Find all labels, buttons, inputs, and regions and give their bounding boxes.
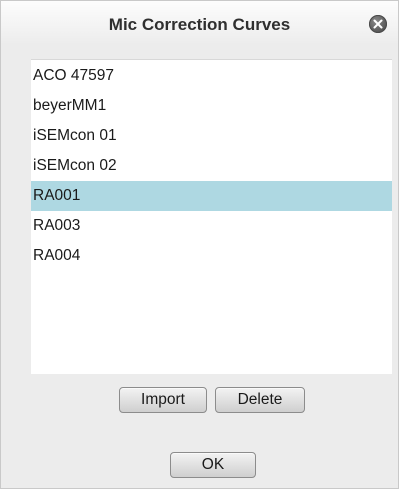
list-item[interactable]: RA003: [31, 211, 392, 241]
ok-button[interactable]: OK: [170, 452, 256, 478]
list-item[interactable]: iSEMcon 02: [31, 151, 392, 181]
curves-list[interactable]: ACO 47597 beyerMM1 iSEMcon 01 iSEMcon 02…: [31, 59, 392, 374]
import-button[interactable]: Import: [119, 387, 207, 413]
list-item[interactable]: RA004: [31, 241, 392, 271]
list-item-selected[interactable]: RA001: [31, 181, 392, 211]
list-item[interactable]: iSEMcon 01: [31, 121, 392, 151]
dialog-title: Mic Correction Curves: [108, 15, 291, 34]
mic-correction-dialog: Mic Correction Curves ACO 47597 beyerMM1…: [0, 0, 399, 489]
delete-button[interactable]: Delete: [215, 387, 305, 413]
close-icon[interactable]: [369, 15, 387, 33]
title-bar[interactable]: Mic Correction Curves: [1, 1, 398, 45]
list-item[interactable]: ACO 47597: [31, 61, 392, 91]
list-item[interactable]: beyerMM1: [31, 91, 392, 121]
